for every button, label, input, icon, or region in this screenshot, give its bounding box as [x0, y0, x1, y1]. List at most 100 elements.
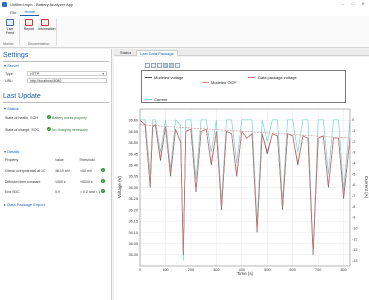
check-icon: ✓	[101, 189, 105, 193]
row-property: End SOC	[5, 190, 20, 194]
status-section-header[interactable]: ▾ Status	[4, 106, 18, 111]
y-tick-label: 36.50	[128, 141, 138, 145]
settings-title: Settings	[3, 52, 29, 59]
row-threshold: <50 mV	[80, 169, 93, 173]
x-tick-label: 700	[315, 268, 321, 272]
url-label: URL:	[5, 79, 14, 83]
minimize-button[interactable]: –	[341, 2, 345, 6]
type-select[interactable]: HTTP ▾	[27, 71, 107, 76]
export-section-header[interactable]: ▸ Data Package Export	[4, 202, 45, 207]
y2-tick-label: -5	[352, 172, 355, 176]
y2-tick-label: -10	[352, 227, 358, 231]
left-panel: Settings ▾ Server Type: HTTP ▾ URL: http…	[0, 49, 112, 300]
monitor-icon	[6, 19, 14, 26]
tab-status[interactable]: Status	[117, 50, 134, 56]
server-section-header[interactable]: ▾ Server	[4, 63, 19, 68]
zoom-out-icon[interactable]	[157, 63, 162, 68]
y2-tick-label: -8	[352, 205, 355, 209]
legend-swatch	[145, 99, 152, 100]
type-value: HTTP	[30, 72, 40, 76]
tab-home[interactable]: Home	[20, 9, 40, 16]
live-feed-label: Live Feed	[6, 27, 14, 35]
live-feed-button[interactable]: Live Feed	[3, 19, 17, 35]
y-tick-label: 36.30	[128, 186, 138, 190]
check-icon: ✓	[101, 179, 105, 183]
report-icon	[25, 19, 33, 26]
x-tick-label: 100	[162, 268, 168, 272]
soc-status-text: No charging necessary	[52, 128, 88, 132]
y-tick-label: 36.20	[128, 208, 138, 212]
status-heading: Status	[7, 106, 19, 111]
divider	[3, 102, 109, 103]
menu-tabs: File Home	[0, 9, 369, 16]
app-window: Untitled.mph - Battery Analyzer App – □ …	[0, 0, 369, 300]
y2-tick-label: -3	[352, 151, 355, 155]
report-label: Report	[23, 27, 35, 31]
legend: Modeled voltage Modeled OCP Data package…	[141, 70, 346, 103]
y-axis-label: Voltage (V)	[117, 175, 122, 198]
check-icon: ✓	[47, 115, 51, 119]
zoom-in-icon[interactable]	[151, 63, 156, 68]
ribbon-separator	[19, 19, 20, 45]
legend-swatch	[248, 77, 255, 78]
y2-tick-label: -12	[352, 248, 358, 252]
x-tick-label: 600	[290, 268, 296, 272]
x-tick-label: 0	[139, 268, 141, 272]
y2-tick-label: -9	[352, 216, 355, 220]
information-label: Information	[38, 27, 56, 31]
report-button[interactable]: Report	[22, 19, 36, 31]
zoom-extents-icon[interactable]	[163, 63, 168, 68]
y2-tick-label: -1	[352, 129, 355, 133]
y-tick-label: 36.35	[128, 175, 138, 179]
y-tick-label: 36.40	[128, 163, 138, 167]
camera-icon[interactable]	[175, 63, 180, 68]
column-header-threshold: Threshold	[79, 158, 95, 162]
information-button[interactable]: Information	[38, 19, 56, 31]
legend-current: Current	[154, 97, 168, 102]
legend-swatch	[202, 82, 209, 83]
y2-tick-label: -11	[352, 237, 357, 241]
voltage-current-chart: 36.00 36.05 36.10 36.15 36.20 36.25 36.30 36.35…	[117, 108, 369, 276]
soc-label: State of charge, SOC	[5, 128, 40, 132]
details-section-header[interactable]: ▾ Details	[4, 149, 19, 154]
maximize-button[interactable]: □	[351, 2, 355, 6]
y2-tick-label: -4	[352, 162, 355, 166]
row-value: 1000 s	[55, 180, 66, 184]
x-tick-label: 200	[188, 268, 194, 272]
y2-tick-label: -13	[352, 259, 358, 263]
check-icon: ✓	[47, 127, 51, 131]
y-tick-label: 36.10	[128, 231, 138, 235]
app-logo-icon	[2, 2, 7, 7]
close-button[interactable]: ✕	[361, 2, 365, 6]
group-monitor: Monitor	[3, 42, 14, 46]
y2-tick-label: -6	[352, 183, 355, 187]
ribbon-separator	[56, 19, 57, 45]
group-documentation: Documentation	[28, 42, 50, 46]
y-tick-label: 36.15	[128, 220, 138, 224]
row-threshold: > 0.2 and < 1	[80, 190, 101, 194]
zoom-box-icon[interactable]	[145, 63, 150, 68]
y-tick-label: 36.05	[128, 242, 138, 246]
y2-tick-label: -2	[352, 140, 355, 144]
series-line-current	[140, 119, 351, 261]
x-tick-label: 500	[264, 268, 270, 272]
legend-swatch	[145, 77, 152, 78]
title-bar: Untitled.mph - Battery Analyzer App – □ …	[0, 0, 369, 9]
y2-tick-label: 0	[352, 118, 354, 122]
chevron-down-icon: ▾	[102, 72, 104, 76]
y2-tick-label: -7	[352, 194, 355, 198]
plot-toolbar	[145, 63, 180, 68]
y-tick-label: 36.00	[128, 253, 138, 257]
url-value: http://localhost:8080	[30, 79, 62, 83]
series-line-data-package-voltage	[139, 119, 351, 253]
y-tick-label: 36.25	[128, 197, 138, 201]
tab-last-data-package[interactable]: Last Data Package	[136, 50, 178, 56]
column-header-value: Value	[55, 158, 64, 162]
legend-modeled-voltage: Modeled voltage	[154, 75, 184, 80]
url-input[interactable]: http://localhost:8080	[27, 78, 107, 83]
window-title: Untitled.mph - Battery Analyzer App	[10, 2, 74, 7]
legend-modeled-ocp: Modeled OCP	[211, 80, 237, 85]
row-threshold: <5000 s	[80, 180, 93, 184]
soh-label: State of health, SOH	[5, 116, 38, 120]
pan-icon[interactable]	[169, 63, 174, 68]
